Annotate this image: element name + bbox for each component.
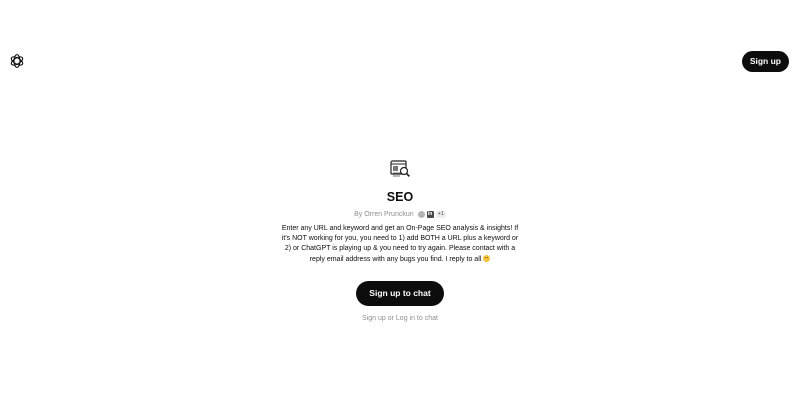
signup-link[interactable]: Sign up — [362, 315, 386, 322]
seo-document-magnifier-icon — [388, 157, 412, 181]
smiling-face-emoji-icon — [483, 254, 491, 262]
header-signup-button[interactable]: Sign up — [741, 51, 789, 72]
gpt-intro: SEO By Orren Prunckun in +1 Enter any UR… — [0, 157, 800, 322]
gpt-title: SEO — [386, 190, 414, 204]
globe-icon[interactable] — [417, 211, 425, 218]
signup-to-chat-button[interactable]: Sign up to chat — [356, 280, 444, 306]
linkedin-icon[interactable]: in — [426, 211, 434, 218]
author-byline: By Orren Prunckun in +1 — [354, 211, 446, 218]
page: Sign up SEO By Orren Prunckun in +1 Ente… — [0, 0, 800, 400]
gpt-description: Enter any URL and keyword and get an On-… — [281, 225, 519, 263]
author-links[interactable]: in +1 — [417, 211, 446, 218]
author-name: By Orren Prunckun — [354, 211, 414, 218]
auth-links: Sign up or Log in to chat — [362, 314, 438, 322]
more-links-badge[interactable]: +1 — [435, 211, 446, 218]
openai-logo-icon[interactable] — [8, 52, 26, 70]
login-link[interactable]: Log in — [396, 315, 415, 322]
